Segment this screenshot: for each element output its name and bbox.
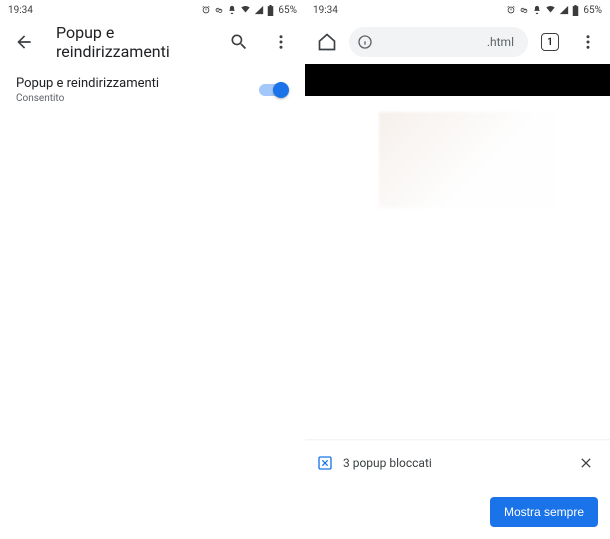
settings-screen: 19:34 65% Popup e reindirizzamenti — [0, 0, 305, 539]
more-vert-icon — [579, 33, 597, 51]
more-button[interactable] — [265, 26, 297, 58]
home-button[interactable] — [311, 26, 343, 58]
status-bar: 19:34 65% — [305, 0, 610, 20]
popup-blocked-sheet: 3 popup bloccati Mostra sempre — [305, 441, 610, 539]
wifi-icon — [545, 5, 556, 15]
page-content — [305, 64, 610, 441]
sheet-close-button[interactable] — [574, 451, 598, 475]
status-icons — [506, 5, 579, 16]
page-title: Popup e reindirizzamenti — [50, 23, 213, 61]
setting-title: Popup e reindirizzamenti — [16, 76, 159, 91]
setting-subtitle: Consentito — [16, 93, 159, 104]
alarm-icon — [201, 5, 211, 15]
setting-text: Popup e reindirizzamenti Consentito — [16, 76, 159, 104]
battery-icon — [572, 5, 579, 16]
status-time: 19:34 — [8, 5, 33, 16]
back-button[interactable] — [8, 26, 40, 58]
status-icons — [201, 5, 274, 16]
status-right: 65% — [201, 5, 297, 16]
battery-text: 65% — [583, 5, 602, 16]
home-icon — [317, 32, 337, 52]
status-right: 65% — [506, 5, 602, 16]
page-header-bar — [305, 64, 610, 96]
popup-toggle[interactable] — [257, 82, 289, 98]
sheet-message: 3 popup bloccati — [343, 456, 564, 470]
vibrate-icon — [532, 5, 542, 15]
browser-more-button[interactable] — [572, 26, 604, 58]
search-button[interactable] — [223, 26, 255, 58]
browser-screen: 19:34 65% .html — [305, 0, 610, 539]
search-icon — [229, 32, 249, 52]
popup-blocked-icon — [317, 455, 333, 471]
sheet-row: 3 popup bloccati — [317, 451, 598, 475]
battery-text: 65% — [278, 5, 297, 16]
url-bar[interactable]: .html — [349, 27, 528, 57]
page-image-placeholder — [379, 112, 553, 208]
close-icon — [578, 455, 594, 471]
wifi-icon — [240, 5, 251, 15]
status-time: 19:34 — [313, 5, 338, 16]
popup-setting-row[interactable]: Popup e reindirizzamenti Consentito — [0, 64, 305, 110]
tab-count: 1 — [541, 33, 559, 51]
alarm-icon — [506, 5, 516, 15]
toggle-thumb — [273, 82, 289, 98]
signal-icon — [559, 5, 569, 15]
more-vert-icon — [272, 33, 290, 51]
sheet-actions: Mostra sempre — [317, 497, 598, 527]
settings-header: Popup e reindirizzamenti — [0, 20, 305, 64]
battery-icon — [267, 5, 274, 16]
browser-toolbar: .html 1 — [305, 20, 610, 64]
link-icon — [519, 5, 529, 15]
link-icon — [214, 5, 224, 15]
arrow-left-icon — [14, 32, 34, 52]
show-always-button[interactable]: Mostra sempre — [490, 497, 598, 527]
info-icon — [357, 34, 373, 50]
url-text: .html — [379, 35, 520, 49]
signal-icon — [254, 5, 264, 15]
vibrate-icon — [227, 5, 237, 15]
tabs-button[interactable]: 1 — [534, 26, 566, 58]
status-bar: 19:34 65% — [0, 0, 305, 20]
